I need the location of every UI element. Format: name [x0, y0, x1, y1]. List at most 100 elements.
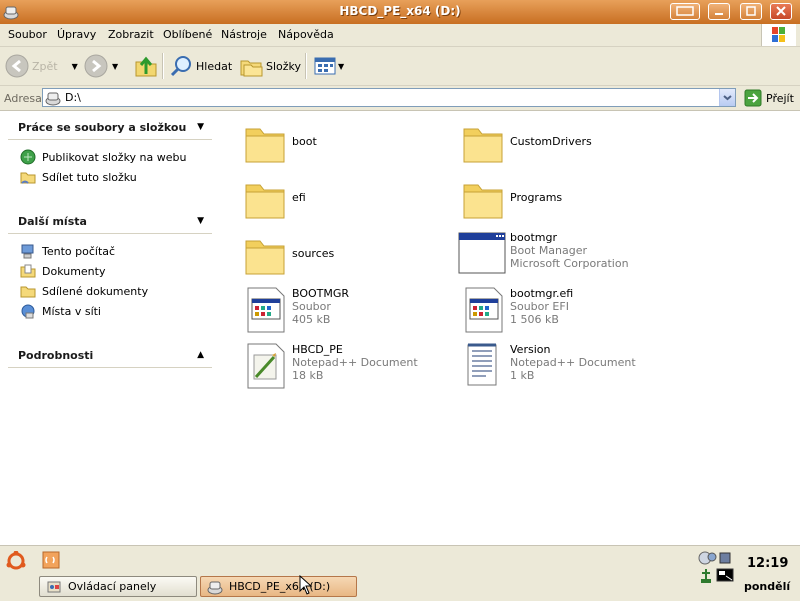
minimize-icon — [715, 13, 723, 15]
file-company: Microsoft Corporation — [510, 257, 629, 270]
menu-edit[interactable]: Úpravy — [57, 28, 96, 41]
file-item[interactable]: bootmgr Boot Manager Microsoft Corporati… — [458, 231, 668, 281]
file-item[interactable]: HBCD_PE Notepad++ Document 18 kB — [244, 343, 454, 393]
network-places-link[interactable]: Místa v síti — [20, 303, 101, 319]
clock-day: pondělí — [744, 580, 791, 593]
close-icon — [776, 6, 786, 16]
system-file-icon — [247, 287, 285, 333]
folder-icon — [245, 184, 285, 219]
toolbar-separator — [305, 53, 307, 79]
folder-icon — [245, 128, 285, 163]
back-arrow-icon — [5, 54, 29, 78]
taskbar-explorer-window[interactable]: HBCD_PE_x64 (D:) — [200, 576, 357, 597]
details-header[interactable]: Podrobnosti ▲ — [8, 347, 212, 368]
tray-small-icon[interactable] — [718, 551, 732, 565]
minimize-button[interactable] — [708, 3, 730, 20]
go-label: Přejít — [766, 91, 794, 105]
file-name: HBCD_PE — [292, 343, 343, 356]
folder-item[interactable]: efi — [244, 177, 454, 227]
share-folder-link[interactable]: Sdílet tuto složku — [20, 169, 137, 185]
windows-logo — [761, 24, 796, 46]
forward-button[interactable]: ▼ — [84, 52, 118, 80]
place-label: Tento počítač — [42, 244, 116, 258]
expand-icon[interactable]: ▲ — [197, 350, 204, 360]
system-menu-button[interactable] — [670, 3, 700, 20]
system-file-icon — [465, 287, 503, 333]
toolbar: Zpět ▼ ▼ Hledat Složky ▼ — [0, 47, 800, 86]
network-status-icon[interactable] — [698, 549, 718, 567]
folder-item[interactable]: boot — [244, 121, 454, 171]
collapse-icon[interactable]: ▼ — [197, 122, 204, 132]
forward-dropdown-icon[interactable]: ▼ — [112, 62, 118, 71]
back-dropdown-icon[interactable]: ▼ — [72, 62, 78, 71]
folders-label: Složky — [266, 59, 302, 73]
folder-icon — [20, 286, 36, 298]
usb-device-icon[interactable] — [698, 568, 714, 584]
other-places-header[interactable]: Další místa ▼ — [8, 213, 212, 234]
control-panel-icon — [47, 581, 61, 592]
display-settings-icon[interactable] — [716, 568, 734, 584]
file-name: boot — [292, 135, 317, 148]
views-icon — [314, 57, 336, 75]
file-tasks-header[interactable]: Práce se soubory a složkou ▼ — [8, 119, 212, 140]
menu-favorites[interactable]: Oblíbené — [163, 28, 212, 41]
folders-button[interactable]: Složky — [239, 52, 301, 80]
file-type: Soubor EFI — [510, 300, 569, 313]
menu-help[interactable]: Nápověda — [278, 28, 334, 41]
address-dropdown-button[interactable] — [719, 89, 735, 106]
application-icon — [458, 232, 506, 274]
chevron-down-icon — [723, 95, 732, 101]
text-document-icon — [467, 343, 497, 386]
search-button[interactable]: Hledat — [169, 52, 232, 80]
notepad-document-icon — [247, 343, 285, 389]
folder-item[interactable]: CustomDrivers — [462, 121, 672, 171]
address-value[interactable]: D:\ — [65, 91, 81, 104]
file-name: Programs — [510, 191, 563, 204]
close-button[interactable] — [770, 3, 792, 20]
folder-item[interactable]: Programs — [462, 177, 672, 227]
taskbar-control-panel[interactable]: Ovládací panely — [39, 576, 197, 597]
window-layout-icon — [676, 6, 694, 16]
task-label: Publikovat složky na webu — [42, 150, 187, 164]
file-item[interactable]: Version Notepad++ Document 1 kB — [462, 343, 672, 393]
my-computer-link[interactable]: Tento počítač — [20, 243, 115, 259]
place-label: Sdílené dokumenty — [42, 284, 149, 298]
file-size: 1 506 kB — [510, 313, 559, 326]
quick-launch-icon[interactable] — [42, 551, 60, 569]
up-button[interactable] — [134, 52, 158, 80]
mouse-pointer-icon — [299, 575, 313, 595]
shared-documents-link[interactable]: Sdílené dokumenty — [20, 283, 148, 299]
collapse-icon[interactable]: ▼ — [197, 216, 204, 226]
file-type: Notepad++ Document — [510, 356, 636, 369]
menu-view[interactable]: Zobrazit — [108, 28, 154, 41]
file-tasks-title: Práce se soubory a složkou — [18, 121, 187, 134]
publish-folder-link[interactable]: Publikovat složky na webu — [20, 149, 186, 165]
menu-tools[interactable]: Nástroje — [221, 28, 267, 41]
taskbar: Ovládací panely HBCD_PE_x64 (D:) 12:19 p… — [0, 545, 800, 601]
my-documents-link[interactable]: Dokumenty — [20, 263, 105, 279]
folder-item[interactable]: sources — [244, 233, 454, 283]
web-publish-icon — [20, 149, 36, 165]
views-dropdown-icon[interactable]: ▼ — [338, 62, 344, 71]
menu-bar: Soubor Úpravy Zobrazit Oblíbené Nástroje… — [0, 24, 800, 47]
folders-icon — [240, 60, 263, 77]
file-item[interactable]: bootmgr.efi Soubor EFI 1 506 kB — [462, 287, 672, 337]
task-pane: Práce se soubory a složkou ▼ Publikovat … — [0, 111, 220, 545]
file-name: bootmgr.efi — [510, 287, 574, 300]
toolbar-separator — [162, 53, 164, 79]
file-name: sources — [292, 247, 335, 260]
start-icon[interactable] — [6, 551, 26, 571]
file-name: efi — [292, 191, 306, 204]
go-button[interactable]: Přejít — [744, 89, 794, 107]
folder-icon — [245, 240, 285, 275]
address-input[interactable]: D:\ — [42, 88, 736, 107]
file-size: 1 kB — [510, 369, 535, 382]
maximize-button[interactable] — [740, 3, 762, 20]
views-button[interactable]: ▼ — [313, 52, 344, 80]
maximize-icon — [746, 6, 756, 16]
menu-file[interactable]: Soubor — [8, 28, 47, 41]
file-item[interactable]: BOOTMGR Soubor 405 kB — [244, 287, 454, 337]
file-name: BOOTMGR — [292, 287, 350, 300]
search-label: Hledat — [196, 59, 233, 73]
back-button[interactable]: Zpět ▼ — [5, 52, 78, 80]
